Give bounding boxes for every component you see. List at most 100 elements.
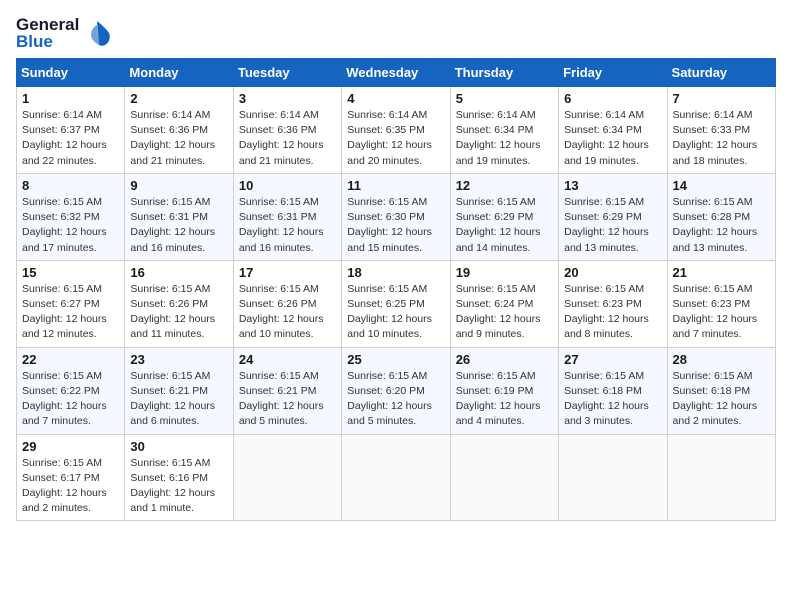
day-info: Sunrise: 6:15 AM Sunset: 6:16 PM Dayligh… bbox=[130, 456, 227, 517]
day-cell-28: 28 Sunrise: 6:15 AM Sunset: 6:18 PM Dayli… bbox=[667, 347, 775, 434]
day-info: Sunrise: 6:15 AM Sunset: 6:31 PM Dayligh… bbox=[130, 195, 227, 256]
day-number: 11 bbox=[347, 178, 444, 193]
day-info: Sunrise: 6:15 AM Sunset: 6:19 PM Dayligh… bbox=[456, 369, 553, 430]
weekday-header-sunday: Sunday bbox=[17, 59, 125, 87]
day-number: 23 bbox=[130, 352, 227, 367]
day-cell-2: 2 Sunrise: 6:14 AM Sunset: 6:36 PM Daylig… bbox=[125, 87, 233, 174]
day-cell-15: 15 Sunrise: 6:15 AM Sunset: 6:27 PM Dayli… bbox=[17, 260, 125, 347]
empty-cell bbox=[667, 434, 775, 521]
day-info: Sunrise: 6:15 AM Sunset: 6:21 PM Dayligh… bbox=[130, 369, 227, 430]
day-number: 8 bbox=[22, 178, 119, 193]
day-info: Sunrise: 6:15 AM Sunset: 6:31 PM Dayligh… bbox=[239, 195, 336, 256]
empty-cell bbox=[559, 434, 667, 521]
logo-icon bbox=[83, 19, 113, 47]
day-number: 7 bbox=[673, 91, 770, 106]
day-cell-26: 26 Sunrise: 6:15 AM Sunset: 6:19 PM Dayli… bbox=[450, 347, 558, 434]
day-info: Sunrise: 6:15 AM Sunset: 6:22 PM Dayligh… bbox=[22, 369, 119, 430]
day-number: 26 bbox=[456, 352, 553, 367]
day-info: Sunrise: 6:15 AM Sunset: 6:32 PM Dayligh… bbox=[22, 195, 119, 256]
day-info: Sunrise: 6:15 AM Sunset: 6:28 PM Dayligh… bbox=[673, 195, 770, 256]
day-cell-7: 7 Sunrise: 6:14 AM Sunset: 6:33 PM Daylig… bbox=[667, 87, 775, 174]
day-info: Sunrise: 6:14 AM Sunset: 6:34 PM Dayligh… bbox=[564, 108, 661, 169]
day-cell-21: 21 Sunrise: 6:15 AM Sunset: 6:23 PM Dayli… bbox=[667, 260, 775, 347]
day-number: 17 bbox=[239, 265, 336, 280]
weekday-header-tuesday: Tuesday bbox=[233, 59, 341, 87]
day-number: 21 bbox=[673, 265, 770, 280]
day-cell-23: 23 Sunrise: 6:15 AM Sunset: 6:21 PM Dayli… bbox=[125, 347, 233, 434]
empty-cell bbox=[233, 434, 341, 521]
weekday-header-monday: Monday bbox=[125, 59, 233, 87]
day-number: 13 bbox=[564, 178, 661, 193]
day-cell-12: 12 Sunrise: 6:15 AM Sunset: 6:29 PM Dayli… bbox=[450, 173, 558, 260]
day-cell-30: 30 Sunrise: 6:15 AM Sunset: 6:16 PM Dayli… bbox=[125, 434, 233, 521]
day-number: 24 bbox=[239, 352, 336, 367]
calendar-table: SundayMondayTuesdayWednesdayThursdayFrid… bbox=[16, 58, 776, 521]
day-number: 20 bbox=[564, 265, 661, 280]
day-number: 27 bbox=[564, 352, 661, 367]
day-info: Sunrise: 6:15 AM Sunset: 6:29 PM Dayligh… bbox=[456, 195, 553, 256]
day-number: 22 bbox=[22, 352, 119, 367]
day-cell-20: 20 Sunrise: 6:15 AM Sunset: 6:23 PM Dayli… bbox=[559, 260, 667, 347]
day-info: Sunrise: 6:15 AM Sunset: 6:27 PM Dayligh… bbox=[22, 282, 119, 343]
day-info: Sunrise: 6:15 AM Sunset: 6:23 PM Dayligh… bbox=[564, 282, 661, 343]
day-number: 12 bbox=[456, 178, 553, 193]
day-info: Sunrise: 6:15 AM Sunset: 6:30 PM Dayligh… bbox=[347, 195, 444, 256]
day-cell-19: 19Sunrise: 6:15 AM Sunset: 6:24 PM Dayli… bbox=[450, 260, 558, 347]
day-number: 10 bbox=[239, 178, 336, 193]
day-cell-16: 16 Sunrise: 6:15 AM Sunset: 6:26 PM Dayli… bbox=[125, 260, 233, 347]
day-cell-1: 1Sunrise: 6:14 AM Sunset: 6:37 PM Daylig… bbox=[17, 87, 125, 174]
day-info: Sunrise: 6:14 AM Sunset: 6:36 PM Dayligh… bbox=[130, 108, 227, 169]
day-number: 28 bbox=[673, 352, 770, 367]
day-info: Sunrise: 6:14 AM Sunset: 6:37 PM Dayligh… bbox=[22, 108, 119, 169]
day-info: Sunrise: 6:15 AM Sunset: 6:29 PM Dayligh… bbox=[564, 195, 661, 256]
day-info: Sunrise: 6:15 AM Sunset: 6:17 PM Dayligh… bbox=[22, 456, 119, 517]
day-cell-11: 11 Sunrise: 6:15 AM Sunset: 6:30 PM Dayli… bbox=[342, 173, 450, 260]
logo: General Blue bbox=[16, 16, 113, 50]
day-cell-27: 27 Sunrise: 6:15 AM Sunset: 6:18 PM Dayli… bbox=[559, 347, 667, 434]
day-info: Sunrise: 6:15 AM Sunset: 6:23 PM Dayligh… bbox=[673, 282, 770, 343]
day-info: Sunrise: 6:15 AM Sunset: 6:26 PM Dayligh… bbox=[239, 282, 336, 343]
day-info: Sunrise: 6:14 AM Sunset: 6:35 PM Dayligh… bbox=[347, 108, 444, 169]
day-number: 2 bbox=[130, 91, 227, 106]
day-info: Sunrise: 6:14 AM Sunset: 6:34 PM Dayligh… bbox=[456, 108, 553, 169]
day-number: 25 bbox=[347, 352, 444, 367]
day-cell-18: 18 Sunrise: 6:15 AM Sunset: 6:25 PM Dayli… bbox=[342, 260, 450, 347]
day-info: Sunrise: 6:15 AM Sunset: 6:26 PM Dayligh… bbox=[130, 282, 227, 343]
logo-text-general: General bbox=[16, 16, 79, 33]
day-number: 4 bbox=[347, 91, 444, 106]
day-cell-29: 29 Sunrise: 6:15 AM Sunset: 6:17 PM Dayli… bbox=[17, 434, 125, 521]
day-cell-10: 10 Sunrise: 6:15 AM Sunset: 6:31 PM Dayli… bbox=[233, 173, 341, 260]
day-info: Sunrise: 6:15 AM Sunset: 6:20 PM Dayligh… bbox=[347, 369, 444, 430]
weekday-header-wednesday: Wednesday bbox=[342, 59, 450, 87]
day-number: 14 bbox=[673, 178, 770, 193]
weekday-header-saturday: Saturday bbox=[667, 59, 775, 87]
day-info: Sunrise: 6:14 AM Sunset: 6:33 PM Dayligh… bbox=[673, 108, 770, 169]
day-number: 3 bbox=[239, 91, 336, 106]
day-info: Sunrise: 6:15 AM Sunset: 6:25 PM Dayligh… bbox=[347, 282, 444, 343]
empty-cell bbox=[450, 434, 558, 521]
day-number: 9 bbox=[130, 178, 227, 193]
day-number: 29 bbox=[22, 439, 119, 454]
day-cell-24: 24 Sunrise: 6:15 AM Sunset: 6:21 PM Dayli… bbox=[233, 347, 341, 434]
day-number: 30 bbox=[130, 439, 227, 454]
weekday-header-thursday: Thursday bbox=[450, 59, 558, 87]
day-number: 18 bbox=[347, 265, 444, 280]
day-cell-5: 5Sunrise: 6:14 AM Sunset: 6:34 PM Daylig… bbox=[450, 87, 558, 174]
empty-cell bbox=[342, 434, 450, 521]
day-info: Sunrise: 6:15 AM Sunset: 6:18 PM Dayligh… bbox=[564, 369, 661, 430]
day-number: 15 bbox=[22, 265, 119, 280]
weekday-header-friday: Friday bbox=[559, 59, 667, 87]
day-info: Sunrise: 6:15 AM Sunset: 6:18 PM Dayligh… bbox=[673, 369, 770, 430]
logo-text-blue: Blue bbox=[16, 33, 79, 50]
day-number: 16 bbox=[130, 265, 227, 280]
page-header: General Blue bbox=[16, 16, 776, 50]
day-cell-13: 13 Sunrise: 6:15 AM Sunset: 6:29 PM Dayli… bbox=[559, 173, 667, 260]
day-cell-9: 9 Sunrise: 6:15 AM Sunset: 6:31 PM Daylig… bbox=[125, 173, 233, 260]
day-cell-6: 6 Sunrise: 6:14 AM Sunset: 6:34 PM Daylig… bbox=[559, 87, 667, 174]
day-info: Sunrise: 6:15 AM Sunset: 6:21 PM Dayligh… bbox=[239, 369, 336, 430]
day-info: Sunrise: 6:15 AM Sunset: 6:24 PM Dayligh… bbox=[456, 282, 553, 343]
day-number: 6 bbox=[564, 91, 661, 106]
day-cell-4: 4 Sunrise: 6:14 AM Sunset: 6:35 PM Daylig… bbox=[342, 87, 450, 174]
day-info: Sunrise: 6:14 AM Sunset: 6:36 PM Dayligh… bbox=[239, 108, 336, 169]
day-cell-14: 14 Sunrise: 6:15 AM Sunset: 6:28 PM Dayli… bbox=[667, 173, 775, 260]
